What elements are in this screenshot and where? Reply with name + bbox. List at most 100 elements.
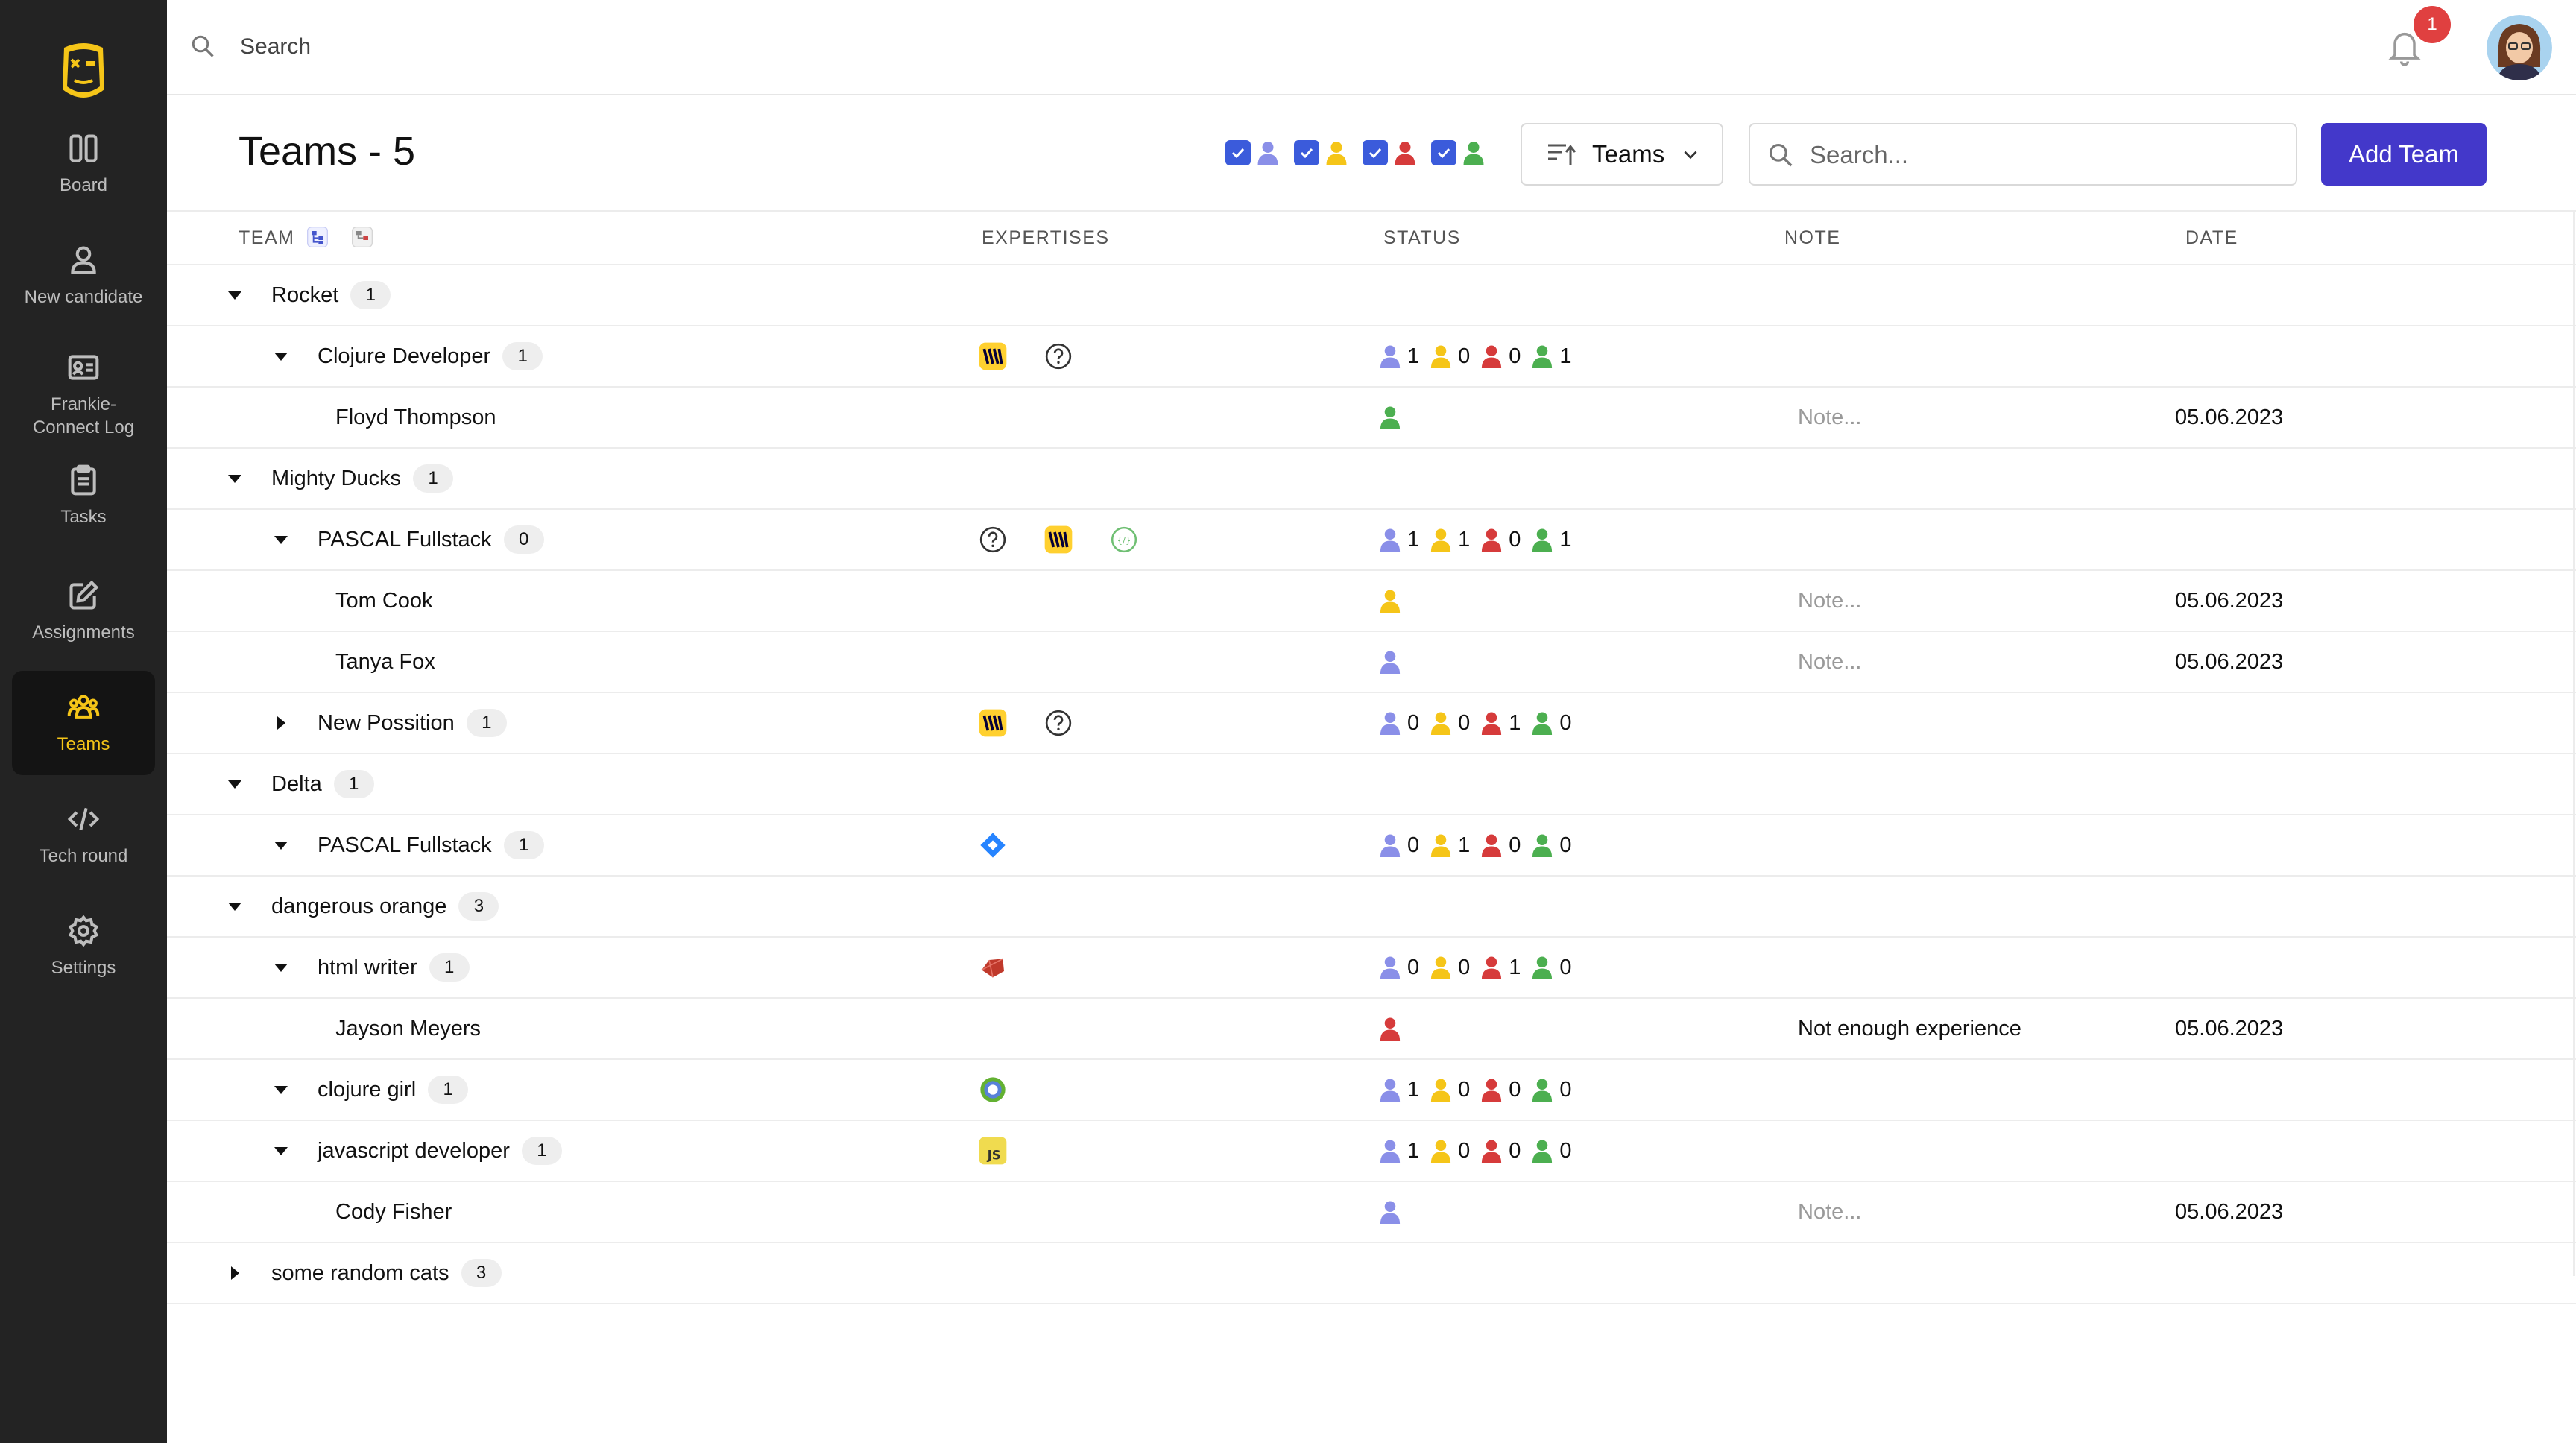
checkbox-icon[interactable] [1363, 140, 1388, 165]
status-person-icon [1431, 528, 1451, 552]
position-row[interactable]: New Possition 1 0 0 1 0 [167, 693, 2576, 754]
position-row[interactable]: html writer 1 0 0 1 0 [167, 938, 2576, 999]
status-filter-4[interactable] [1431, 140, 1485, 165]
status-person-icon [1431, 712, 1451, 735]
status-count: 0 [1458, 344, 1471, 368]
sidebar-item-tech-round[interactable]: Tech round [12, 783, 155, 887]
status-count: 0 [1559, 710, 1572, 735]
question-icon [979, 526, 1006, 553]
position-row[interactable]: javascript developer 1 JS 1 0 0 0 [167, 1121, 2576, 1182]
add-team-button[interactable]: Add Team [2321, 123, 2487, 186]
sidebar-item-new-candidate[interactable]: New candidate [12, 224, 155, 328]
status-filter-3[interactable] [1363, 140, 1416, 165]
status-count: 1 [1559, 344, 1572, 368]
app-logo-icon[interactable] [55, 37, 112, 107]
note-field[interactable]: Note... [1798, 650, 1861, 675]
status-person-icon [1482, 345, 1502, 368]
row-name: Tanya Fox [335, 649, 435, 674]
teams-table: TEAM EXPERTISES STATUS NOTE DATE Rocket 1… [167, 210, 2576, 1304]
status-count: 1 [1509, 955, 1521, 979]
status-filter-1[interactable] [1225, 140, 1279, 165]
caret-down-icon[interactable] [273, 1082, 289, 1098]
api-icon: {/} [1111, 526, 1137, 553]
sort-dropdown[interactable]: Teams [1521, 123, 1723, 186]
collapse-all-icon[interactable] [350, 225, 374, 249]
sort-icon [1548, 144, 1576, 165]
status-count: 0 [1559, 955, 1572, 979]
candidate-row[interactable]: Jayson Meyers Not enough experience 05.06.… [167, 999, 2576, 1060]
team-row[interactable]: Delta 1 [167, 754, 2576, 815]
sidebar-item-teams[interactable]: Teams [12, 671, 155, 775]
team-row[interactable]: Rocket 1 [167, 265, 2576, 326]
team-search-box [1749, 123, 2297, 186]
avatar[interactable] [2487, 15, 2552, 80]
status-filter-2[interactable] [1294, 140, 1348, 165]
caret-down-icon[interactable] [273, 837, 289, 853]
sort-label: Teams [1592, 140, 1665, 168]
candidate-row[interactable]: Cody Fisher Note... 05.06.2023 [167, 1182, 2576, 1243]
caret-down-icon[interactable] [227, 287, 243, 303]
row-name: Floyd Thompson [335, 405, 496, 429]
checkbox-icon[interactable] [1431, 140, 1456, 165]
position-row[interactable]: clojure girl 1 1 0 0 0 [167, 1060, 2576, 1121]
sidebar-item-label: New candidate [24, 286, 143, 307]
miro-icon [979, 709, 1007, 737]
caret-down-icon[interactable] [227, 470, 243, 487]
expand-all-icon[interactable] [306, 225, 329, 249]
team-row[interactable]: some random cats 3 [167, 1243, 2576, 1304]
note-field[interactable]: Note... [1798, 589, 1861, 613]
caret-down-icon[interactable] [273, 1143, 289, 1159]
status-person-icon [1380, 834, 1401, 857]
caret-down-icon[interactable] [227, 776, 243, 792]
candidate-status-icon [1380, 406, 1401, 429]
sidebar-item-settings[interactable]: Settings [12, 894, 155, 999]
expertise-icons: JS [978, 1121, 1044, 1181]
code-icon [67, 807, 100, 830]
row-name: Delta [271, 771, 322, 796]
gear-icon [68, 914, 99, 947]
position-row[interactable]: PASCAL Fullstack 0 {/} 1 1 0 1 [167, 510, 2576, 571]
row-name: javascript developer [318, 1138, 510, 1163]
candidate-row[interactable]: Tom Cook Note... 05.06.2023 [167, 571, 2576, 632]
status-count: 1 [1458, 527, 1471, 552]
caret-down-icon[interactable] [273, 959, 289, 976]
position-row[interactable]: Clojure Developer 1 1 0 0 1 [167, 326, 2576, 388]
caret-down-icon[interactable] [273, 531, 289, 548]
row-name: PASCAL Fullstack [318, 833, 492, 857]
candidate-row[interactable]: Floyd Thompson Note... 05.06.2023 [167, 388, 2576, 449]
sidebar-item-assignments[interactable]: Assignments [12, 559, 155, 663]
checkbox-icon[interactable] [1294, 140, 1319, 165]
team-row[interactable]: dangerous orange 3 [167, 877, 2576, 938]
note-field[interactable]: Note... [1798, 1200, 1861, 1225]
status-person-icon [1532, 712, 1553, 735]
status-person-icon [1431, 345, 1451, 368]
caret-right-icon[interactable] [227, 1265, 243, 1281]
position-row[interactable]: PASCAL Fullstack 1 0 1 0 0 [167, 815, 2576, 877]
status-summary: 1 0 0 0 [1379, 1078, 1582, 1102]
count-badge: 1 [503, 831, 544, 859]
candidate-row[interactable]: Tanya Fox Note... 05.06.2023 [167, 632, 2576, 693]
status-person-icon [1431, 956, 1451, 979]
row-name: Tom Cook [335, 588, 433, 613]
checkbox-icon[interactable] [1225, 140, 1251, 165]
count-badge: 1 [502, 342, 543, 370]
note-field[interactable]: Not enough experience [1798, 1017, 2021, 1041]
note-field[interactable]: Note... [1798, 405, 1861, 430]
sidebar-item-frankie-connect-log[interactable]: Frankie- Connect Log [12, 335, 155, 455]
person-filter-icon [1395, 142, 1415, 165]
row-name: Mighty Ducks [271, 466, 402, 490]
global-search-input[interactable] [239, 27, 689, 67]
status-person-icon [1482, 956, 1502, 979]
caret-down-icon[interactable] [273, 348, 289, 364]
status-count: 0 [1458, 955, 1471, 979]
count-badge: 1 [350, 281, 391, 309]
status-count: 0 [1509, 833, 1521, 857]
caret-down-icon[interactable] [227, 898, 243, 915]
sidebar-item-tasks[interactable]: Tasks [12, 443, 155, 548]
team-row[interactable]: Mighty Ducks 1 [167, 449, 2576, 510]
status-person-icon [1482, 1140, 1502, 1163]
sidebar-item-board[interactable]: Board [12, 112, 155, 216]
status-person-icon [1532, 528, 1553, 552]
team-search-input[interactable] [1808, 135, 2273, 175]
caret-right-icon[interactable] [273, 715, 289, 731]
